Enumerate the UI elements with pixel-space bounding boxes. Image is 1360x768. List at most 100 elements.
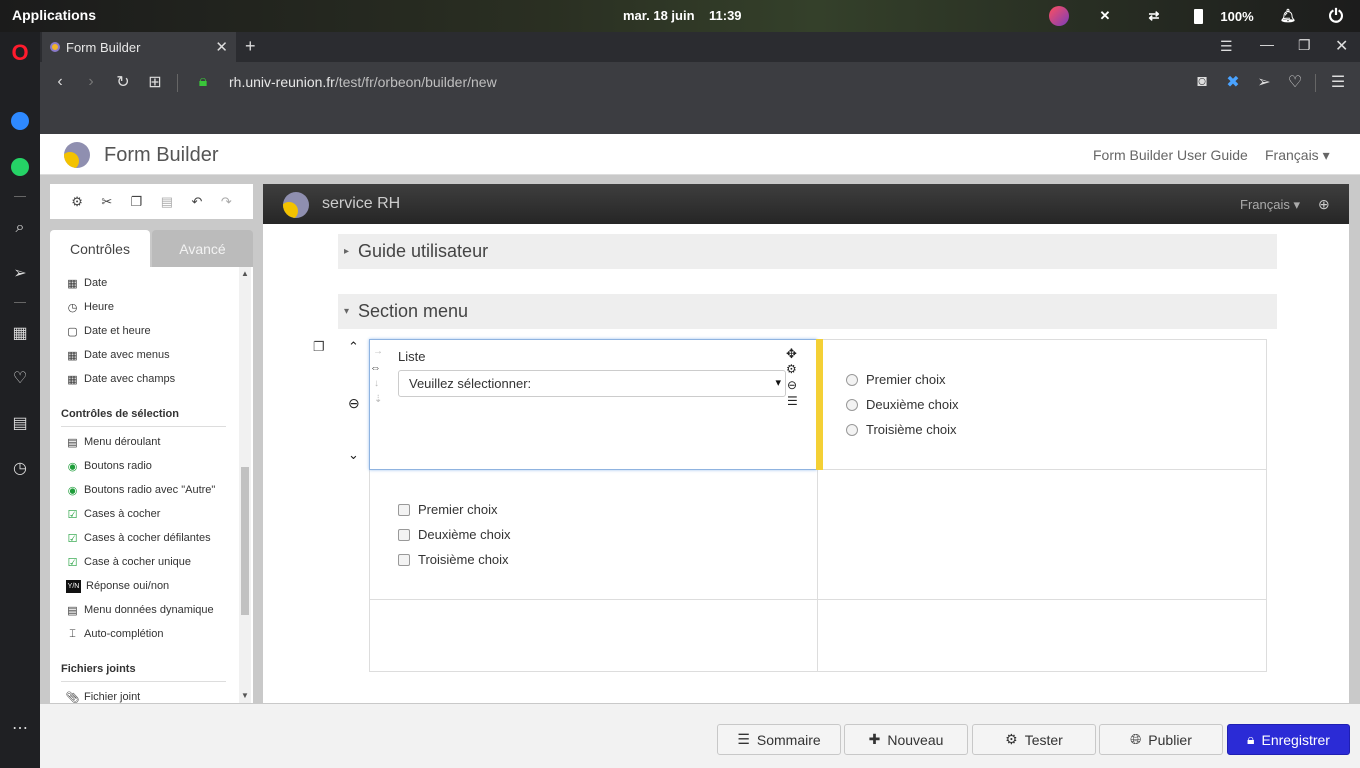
scrollbar-thumb[interactable] [241, 467, 249, 615]
toolbox-item-datetime[interactable]: ▢ Date et heure [66, 321, 150, 341]
expand-right-icon[interactable]: → [373, 346, 383, 357]
selected-cell-dropdown[interactable]: → ⇔ ↓ ⇣ Liste Veuillez sélectionner: ▾ ✥… [369, 339, 817, 470]
toolbox-item-date[interactable]: ▦ Date [66, 273, 107, 293]
radio-button[interactable] [846, 423, 858, 436]
scroll-up-icon[interactable]: ▲ [241, 269, 249, 278]
system-clock[interactable]: mar. 18 juin 11:39 [623, 8, 742, 23]
language-selector[interactable]: Français ▾ [1265, 147, 1330, 164]
expand-down-icon[interactable]: ↓ [374, 378, 379, 389]
grid-cell-empty[interactable] [370, 600, 818, 671]
more-icon[interactable]: ⋯ [0, 715, 40, 741]
remove-control-icon[interactable]: ⊖ [787, 378, 797, 392]
radio-button[interactable] [846, 398, 858, 411]
news-icon[interactable]: ▤ [0, 410, 40, 436]
forward-icon[interactable]: › [78, 70, 104, 94]
toolbox-item-dynamic-menu[interactable]: ▤ Menu données dynamique [66, 600, 213, 620]
scroll-down-icon[interactable]: ▼ [241, 691, 249, 700]
remove-row-icon[interactable]: ⊖ [348, 395, 360, 412]
checkbox-option[interactable]: Troisième choix [398, 552, 509, 567]
toolbox-item-autocomplete[interactable]: ⌶ Auto-complétion [66, 624, 163, 644]
battery-icon[interactable] [1190, 6, 1206, 26]
toolbox-item-checkboxes[interactable]: ☑ Cases à cocher [66, 504, 161, 524]
form-language-selector[interactable]: Français ▾ [1240, 197, 1300, 213]
firefox-tray-icon[interactable] [1048, 6, 1070, 26]
tab-advanced[interactable]: Avancé [152, 230, 253, 267]
checkbox[interactable] [398, 503, 410, 516]
settings-icon[interactable]: ⚙ [786, 362, 797, 376]
restore-icon[interactable]: ❐ [1298, 37, 1311, 54]
undo-icon[interactable]: ↶ [191, 194, 202, 210]
new-tab-icon[interactable]: + [245, 36, 256, 57]
back-icon[interactable]: ‹ [47, 70, 73, 94]
power-icon[interactable]: ⏻ [1324, 6, 1348, 26]
copy-icon[interactable]: ❐ [131, 194, 143, 210]
grid-cell-empty[interactable] [818, 600, 1266, 671]
whatsapp-icon[interactable] [0, 154, 40, 180]
edit-items-icon[interactable]: ☰ [787, 394, 798, 408]
url-field[interactable]: rh.univ-reunion.fr/test/fr/orbeon/builde… [229, 74, 497, 90]
tab-menu-icon[interactable]: ☰ [1220, 38, 1233, 55]
radio-option[interactable]: Premier choix [846, 372, 945, 387]
user-guide-link[interactable]: Form Builder User Guide [1093, 147, 1248, 163]
send-page-icon[interactable]: ➢ [1251, 70, 1277, 94]
grid-cell-checkboxes[interactable]: Premier choix Deuxième choix Troisième c… [370, 470, 818, 600]
merge-cells-icon[interactable]: ⇔ [370, 362, 381, 374]
checkbox[interactable] [398, 553, 410, 566]
test-button[interactable]: ⚙ Tester [972, 724, 1096, 755]
tab-controls[interactable]: Contrôles [50, 230, 150, 267]
toolbox-item-dropdown[interactable]: ▤ Menu déroulant [66, 432, 160, 452]
settings-icon[interactable]: ⚙ [71, 194, 83, 210]
opera-logo-icon[interactable]: O [0, 40, 40, 66]
network-icon[interactable]: ⇄ [1142, 6, 1166, 26]
save-button[interactable]: 🔒︎ Enregistrer [1227, 724, 1350, 755]
easy-setup-icon[interactable]: ☰ [1325, 70, 1351, 94]
applications-menu[interactable]: Applications [12, 7, 96, 23]
close-tab-icon[interactable]: ✕ [215, 38, 228, 56]
move-up-icon[interactable]: ⌃ [348, 339, 359, 355]
cut-icon[interactable]: ✂ [101, 194, 112, 210]
radio-option[interactable]: Deuxième choix [846, 397, 959, 412]
toolbox-item-single-checkbox[interactable]: ☑ Case à cocher unique [66, 552, 191, 572]
toolbox-item-date-menus[interactable]: ▦ Date avec menus [66, 345, 169, 365]
speed-dial-icon[interactable]: ▦ [0, 320, 40, 346]
camera-icon[interactable]: ◙ [1189, 70, 1215, 94]
reload-icon[interactable]: ↻ [110, 70, 136, 94]
section-menu[interactable]: ▾ Section menu [338, 294, 1277, 329]
bookmarks-heart-icon[interactable]: ♡ [0, 365, 40, 391]
tabs-grid-icon[interactable]: ⊞ [142, 70, 168, 94]
tracker-blocker-icon[interactable]: ✖ [1220, 70, 1246, 94]
paste-icon[interactable]: ▤ [161, 194, 173, 210]
history-clock-icon[interactable]: ◷ [0, 455, 40, 481]
toolbox-item-radio-other[interactable]: ◉ Boutons radio avec "Autre" [66, 480, 216, 500]
copy-section-icon[interactable]: ❐ [313, 339, 325, 355]
radio-button[interactable] [846, 373, 858, 386]
redo-icon[interactable]: ↷ [221, 194, 232, 210]
section-user-guide[interactable]: ▸ Guide utilisateur [338, 234, 1277, 269]
toolbox-item-time[interactable]: ◷ Heure [66, 297, 114, 317]
shrink-icon[interactable]: ⇣ [374, 394, 382, 405]
checkbox[interactable] [398, 528, 410, 541]
toolbox-item-radio[interactable]: ◉ Boutons radio [66, 456, 152, 476]
notification-bell-icon[interactable]: 🔔︎ [1278, 6, 1298, 26]
toolbox-item-scroll-checkboxes[interactable]: ☑ Cases à cocher défilantes [66, 528, 211, 548]
send-icon[interactable]: ➢ [0, 260, 40, 286]
browser-tab[interactable]: Form Builder ✕ [42, 32, 236, 62]
new-button[interactable]: ✚ Nouveau [844, 724, 968, 755]
dropdown-select[interactable]: Veuillez sélectionner: ▾ [398, 370, 786, 397]
close-window-icon[interactable]: ✕ [1335, 36, 1348, 56]
move-icon[interactable]: ✥ [786, 346, 797, 362]
antenna-icon[interactable]: ✕ [1094, 6, 1116, 26]
toolbox-item-attachment[interactable]: 📎︎ Fichier joint [66, 687, 141, 703]
messenger-icon[interactable] [0, 108, 40, 134]
add-language-icon[interactable]: ⊕ [1318, 196, 1330, 213]
grid-cell-empty[interactable] [818, 470, 1266, 600]
toolbox-scrollbar[interactable]: ▲ ▼ [239, 267, 251, 703]
radio-option[interactable]: Troisième choix [846, 422, 957, 437]
checkbox-option[interactable]: Deuxième choix [398, 527, 511, 542]
toolbox-item-yes-no[interactable]: Y/N Réponse oui/non [66, 576, 169, 596]
minimize-icon[interactable]: — [1260, 36, 1274, 52]
form-name[interactable]: service RH [322, 195, 400, 213]
grid-cell-radio[interactable]: Premier choix Deuxième choix Troisième c… [818, 340, 1266, 470]
control-label[interactable]: Liste [398, 349, 425, 364]
summary-button[interactable]: ☰ Sommaire [717, 724, 841, 755]
